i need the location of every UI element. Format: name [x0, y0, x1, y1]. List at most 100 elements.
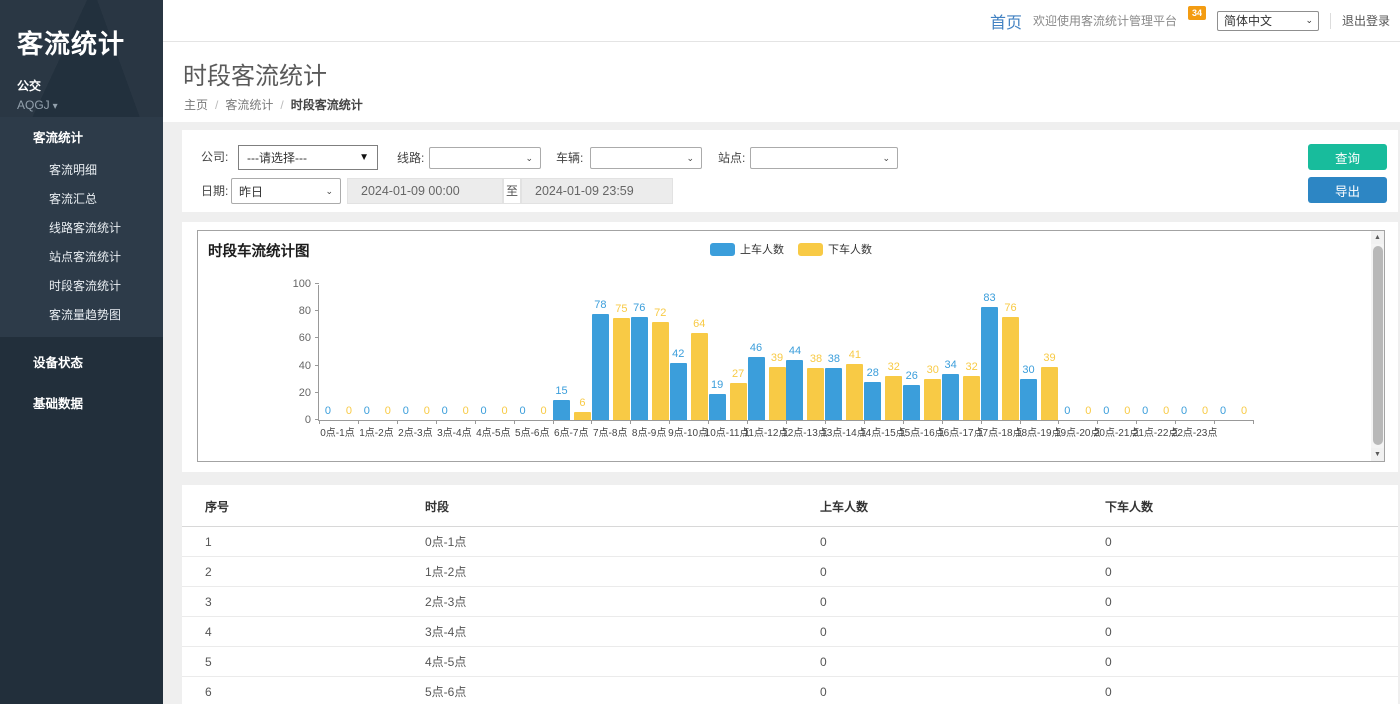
bar-value-label: 34: [944, 359, 956, 371]
scrollbar-thumb[interactable]: [1373, 246, 1383, 445]
date-start-input[interactable]: 2024-01-09 00:00: [347, 178, 503, 204]
logout-link[interactable]: 退出登录: [1342, 12, 1390, 29]
query-button[interactable]: 查询: [1308, 144, 1387, 170]
y-axis-tick-label: 60: [299, 332, 311, 344]
breadcrumb-item[interactable]: 主页: [184, 98, 208, 112]
bar-上车人数[interactable]: 34: [942, 374, 959, 420]
sidebar-item-device-status[interactable]: 设备状态: [0, 341, 163, 382]
dropdown-arrow-icon: ▼: [359, 152, 369, 163]
x-axis-category-label: 3点-4点: [437, 424, 471, 439]
scroll-down-icon[interactable]: ▼: [1371, 448, 1384, 461]
y-axis-tick-mark: [315, 283, 319, 284]
sidebar-subitem[interactable]: 时段客流统计: [0, 271, 163, 300]
chevron-down-icon: ⌄: [882, 153, 890, 164]
bar-value-label: 39: [771, 352, 783, 364]
bar-下车人数[interactable]: 6: [574, 412, 591, 420]
bar-group: 3432: [942, 285, 981, 420]
scroll-up-icon[interactable]: ▲: [1371, 231, 1384, 244]
bar-上车人数[interactable]: 19: [709, 394, 726, 420]
y-axis-tick-label: 80: [299, 305, 311, 317]
bar-group: 00: [1058, 285, 1097, 420]
legend-item[interactable]: 下车人数: [798, 241, 872, 257]
sidebar-subitem[interactable]: 站点客流统计: [0, 242, 163, 271]
bar-value-label: 0: [385, 405, 391, 417]
bar-value-label: 44: [789, 345, 801, 357]
bar-value-label: 0: [364, 405, 370, 417]
bar-下车人数[interactable]: 41: [846, 364, 863, 420]
bar-下车人数[interactable]: 39: [1041, 367, 1058, 420]
station-select[interactable]: ⌄: [750, 147, 898, 169]
table-cell: 6: [182, 677, 402, 704]
table-cell: 0: [797, 587, 1082, 617]
bar-上车人数[interactable]: 44: [786, 360, 803, 420]
date-end-input[interactable]: 2024-01-09 23:59: [521, 178, 673, 204]
bar-下车人数[interactable]: 72: [652, 322, 669, 420]
table-cell: 0: [1082, 617, 1398, 647]
x-axis-category-label: 6点-7点: [554, 424, 588, 439]
sidebar-subitem[interactable]: 客流量趋势图: [0, 300, 163, 329]
bar-上车人数[interactable]: 28: [864, 382, 881, 420]
bar-下车人数[interactable]: 32: [963, 376, 980, 420]
chart-plot-area: 0204060801000000000000001567875767242641…: [318, 285, 1253, 421]
breadcrumb-item[interactable]: 客流统计: [225, 98, 273, 112]
bar-value-label: 39: [1043, 352, 1055, 364]
bar-上车人数[interactable]: 38: [825, 368, 842, 420]
table-row: 54点-5点00: [182, 647, 1398, 677]
sidebar-item-passenger-stats[interactable]: 客流统计: [0, 117, 163, 155]
home-link[interactable]: 首页: [990, 9, 1022, 33]
bar-下车人数[interactable]: 30: [924, 379, 941, 420]
bar-上车人数[interactable]: 15: [553, 400, 570, 420]
bar-group: 00: [319, 285, 358, 420]
company-select[interactable]: ---请选择--- ▼: [238, 145, 378, 170]
bar-value-label: 76: [1004, 302, 1016, 314]
bar-上车人数[interactable]: 46: [748, 357, 765, 420]
bar-上车人数[interactable]: 26: [903, 385, 920, 420]
sidebar-subitem[interactable]: 客流汇总: [0, 184, 163, 213]
bar-value-label: 0: [1220, 405, 1226, 417]
page-title: 时段客流统计: [183, 56, 327, 91]
bar-上车人数[interactable]: 42: [670, 363, 687, 420]
bar-下车人数[interactable]: 38: [807, 368, 824, 420]
bar-下车人数[interactable]: 32: [885, 376, 902, 420]
bar-下车人数[interactable]: 39: [769, 367, 786, 420]
sidebar-subitem[interactable]: 客流明细: [0, 155, 163, 184]
bar-下车人数[interactable]: 27: [730, 383, 747, 420]
bar-value-label: 27: [732, 368, 744, 380]
bar-group: 7672: [630, 285, 669, 420]
bar-group: 00: [1097, 285, 1136, 420]
y-axis-tick-label: 0: [305, 414, 311, 426]
col-header-boarding: 上车人数: [797, 485, 1082, 527]
bar-上车人数[interactable]: 83: [981, 307, 998, 420]
bar-value-label: 78: [594, 299, 606, 311]
bar-下车人数[interactable]: 76: [1002, 317, 1019, 420]
bar-下车人数[interactable]: 64: [691, 333, 708, 420]
language-select[interactable]: 简体中文 ⌄: [1217, 11, 1319, 31]
bar-上车人数[interactable]: 30: [1020, 379, 1037, 420]
table-cell: 1点-2点: [402, 557, 797, 587]
x-axis-category-label: 1点-2点: [359, 424, 393, 439]
notification-badge[interactable]: 34: [1188, 6, 1206, 20]
chart-scrollbar[interactable]: ▲ ▼: [1371, 231, 1384, 461]
chart-panel: 时段车流统计图 上车人数下车人数 02040608010000000000000…: [182, 222, 1398, 472]
line-select[interactable]: ⌄: [429, 147, 541, 169]
legend-label: 下车人数: [828, 241, 872, 257]
date-preset-select[interactable]: 昨日 ⌄: [231, 178, 341, 204]
vehicle-select[interactable]: ⌄: [590, 147, 702, 169]
bar-group: 1927: [708, 285, 747, 420]
sidebar-subitem[interactable]: 线路客流统计: [0, 213, 163, 242]
account-menu[interactable]: AQGJ▾: [17, 98, 163, 112]
sidebar-header: 客流统计 公交 AQGJ▾: [0, 0, 163, 117]
legend-swatch-icon: [710, 243, 735, 256]
bar-下车人数[interactable]: 75: [613, 318, 630, 420]
account-name: AQGJ: [17, 98, 50, 112]
bar-上车人数[interactable]: 78: [592, 314, 609, 420]
legend-swatch-icon: [798, 243, 823, 256]
export-button[interactable]: 导出: [1308, 177, 1387, 203]
col-header-period: 时段: [402, 485, 797, 527]
chevron-down-icon: ⌄: [525, 153, 533, 164]
legend-item[interactable]: 上车人数: [710, 241, 784, 257]
bar-value-label: 0: [1241, 405, 1247, 417]
bar-value-label: 0: [1085, 405, 1091, 417]
sidebar-item-base-data[interactable]: 基础数据: [0, 382, 163, 423]
bar-上车人数[interactable]: 76: [631, 317, 648, 420]
